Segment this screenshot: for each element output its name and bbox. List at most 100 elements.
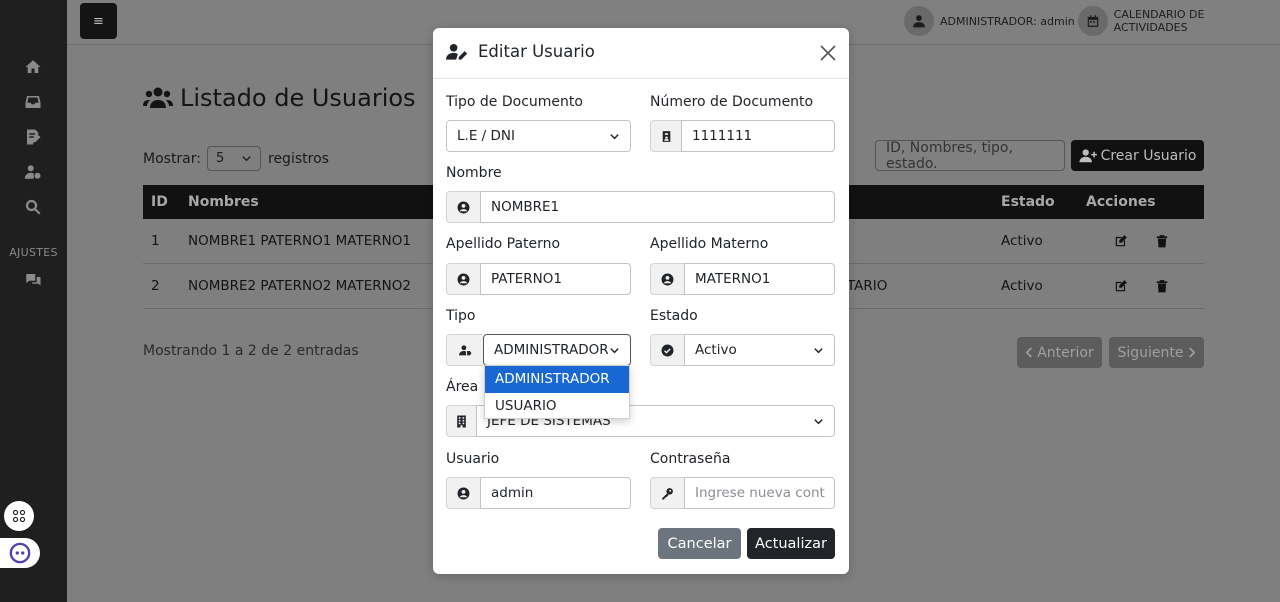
doc-number-input[interactable]: 1111111 bbox=[681, 120, 835, 152]
col-nombres: Nombres bbox=[188, 194, 259, 210]
doc-number-label: Número de Documento bbox=[650, 94, 814, 110]
user-gear-icon[interactable] bbox=[21, 160, 45, 184]
prev-label: Anterior bbox=[1037, 344, 1094, 361]
col-estado[interactable]: Estado bbox=[1001, 185, 1055, 219]
next-label: Siguiente bbox=[1117, 344, 1184, 361]
check-circle-icon bbox=[650, 334, 684, 366]
chevron-down-icon bbox=[814, 347, 823, 353]
page-title: Listado de Usuarios bbox=[143, 84, 416, 112]
page-length-select[interactable]: 5 bbox=[207, 146, 261, 171]
status-value: Activo bbox=[695, 342, 737, 358]
status-group: Activo bbox=[650, 334, 835, 366]
home-icon[interactable] bbox=[21, 55, 45, 79]
page-length-value: 5 bbox=[216, 151, 225, 166]
paternal-surname-input[interactable]: PATERNO1 bbox=[480, 263, 631, 295]
edit-icon[interactable] bbox=[1114, 234, 1128, 248]
users-icon bbox=[143, 87, 173, 108]
status-label: Estado bbox=[650, 308, 698, 324]
password-group: Ingrese nueva cont bbox=[650, 477, 835, 509]
user-circle-icon bbox=[446, 477, 480, 509]
row-id: 2 bbox=[151, 278, 160, 294]
chevron-left-icon bbox=[1025, 347, 1033, 358]
calendar-label: CALENDARIO DE ACTIVIDADES bbox=[1113, 8, 1205, 34]
maternal-surname-label: Apellido Materno bbox=[650, 236, 769, 252]
edit-user-modal: Editar Usuario Tipo de Documento L.E / D… bbox=[433, 28, 849, 574]
doc-number-group: 1111111 bbox=[650, 120, 835, 152]
close-icon[interactable] bbox=[819, 44, 837, 62]
user-menu[interactable]: ADMINISTRADOR: admin bbox=[904, 6, 1075, 36]
records-label: registros bbox=[268, 150, 329, 167]
maternal-surname-input[interactable]: MATERNO1 bbox=[684, 263, 835, 295]
type-value: ADMINISTRADOR bbox=[494, 342, 609, 358]
sidebar: AJUSTES bbox=[0, 0, 67, 602]
user-label: ADMINISTRADOR: admin bbox=[940, 14, 1075, 28]
chevron-down-icon bbox=[242, 156, 251, 162]
chevron-down-icon bbox=[610, 347, 619, 353]
cancel-button[interactable]: Cancelar bbox=[658, 528, 741, 559]
inbox-icon[interactable] bbox=[21, 90, 45, 114]
apps-icon[interactable] bbox=[4, 501, 34, 531]
user-circle-icon bbox=[446, 191, 480, 223]
type-group: ADMINISTRADOR bbox=[446, 334, 631, 366]
username-group: admin bbox=[446, 477, 631, 509]
status-select[interactable]: Activo bbox=[684, 334, 835, 366]
id-card-icon bbox=[650, 120, 681, 152]
paternal-surname-group: PATERNO1 bbox=[446, 263, 631, 295]
doc-type-value: L.E / DNI bbox=[457, 128, 515, 144]
user-circle-icon bbox=[650, 263, 684, 295]
maternal-surname-group: MATERNO1 bbox=[650, 263, 835, 295]
calendar-link[interactable]: CALENDARIO DE ACTIVIDADES bbox=[1078, 6, 1280, 36]
name-input[interactable]: NOMBRE1 bbox=[480, 191, 835, 223]
row-status: Activo bbox=[1001, 233, 1043, 249]
col-acciones: Acciones bbox=[1086, 194, 1156, 210]
show-label: Mostrar: bbox=[143, 150, 201, 167]
name-label: Nombre bbox=[446, 165, 502, 181]
assistant-icon[interactable] bbox=[0, 538, 40, 568]
edit-doc-icon[interactable] bbox=[21, 125, 45, 149]
user-plus-icon bbox=[1078, 148, 1097, 162]
edit-icon[interactable] bbox=[1114, 279, 1128, 293]
row-name: NOMBRE1 PATERNO1 MATERNO1 bbox=[188, 233, 411, 249]
table-info: Mostrando 1 a 2 de 2 entradas bbox=[143, 343, 359, 359]
area-label: Área bbox=[446, 379, 479, 395]
type-select[interactable]: ADMINISTRADOR bbox=[483, 334, 631, 366]
page-title-text: Listado de Usuarios bbox=[180, 84, 416, 112]
type-option[interactable]: USUARIO bbox=[485, 393, 629, 420]
menu-toggle-button[interactable]: ≡ bbox=[80, 3, 117, 39]
chevron-right-icon bbox=[1188, 347, 1195, 358]
create-user-button[interactable]: Crear Usuario bbox=[1071, 140, 1204, 171]
key-icon bbox=[650, 477, 684, 509]
paternal-surname-label: Apellido Paterno bbox=[446, 236, 561, 252]
type-label: Tipo bbox=[446, 308, 476, 324]
search-input[interactable]: ID, Nombres, tipo, estado. bbox=[875, 140, 1065, 172]
doc-type-select[interactable]: L.E / DNI bbox=[446, 120, 631, 152]
update-button[interactable]: Actualizar bbox=[747, 528, 835, 559]
modal-title: Editar Usuario bbox=[446, 42, 595, 61]
building-icon bbox=[446, 405, 476, 437]
row-type: ITARIO bbox=[843, 278, 888, 294]
row-status: Activo bbox=[1001, 278, 1043, 294]
chevron-down-icon bbox=[814, 418, 823, 424]
trash-icon[interactable] bbox=[1155, 234, 1169, 248]
prev-page-button[interactable]: Anterior bbox=[1017, 337, 1102, 368]
col-id: ID bbox=[151, 194, 168, 210]
modal-title-text: Editar Usuario bbox=[478, 42, 595, 61]
chat-icon[interactable] bbox=[21, 268, 45, 292]
create-user-label: Crear Usuario bbox=[1100, 147, 1197, 164]
page-length-control: Mostrar: 5 registros bbox=[143, 146, 329, 171]
trash-icon[interactable] bbox=[1155, 279, 1169, 293]
password-input[interactable]: Ingrese nueva cont bbox=[684, 477, 835, 509]
type-option[interactable]: ADMINISTRADOR bbox=[485, 366, 629, 393]
user-icon bbox=[904, 6, 934, 36]
user-edit-icon bbox=[446, 43, 468, 60]
doc-type-label: Tipo de Documento bbox=[446, 94, 583, 110]
search-icon[interactable] bbox=[21, 195, 45, 219]
user-tag-icon bbox=[446, 334, 483, 366]
type-dropdown-list: ADMINISTRADOR USUARIO bbox=[484, 365, 630, 419]
name-group: NOMBRE1 bbox=[446, 191, 835, 223]
username-label: Usuario bbox=[446, 451, 500, 467]
next-page-button[interactable]: Siguiente bbox=[1109, 337, 1204, 368]
username-input[interactable]: admin bbox=[480, 477, 631, 509]
sidebar-section-label: AJUSTES bbox=[9, 246, 58, 259]
row-id: 1 bbox=[151, 233, 160, 249]
